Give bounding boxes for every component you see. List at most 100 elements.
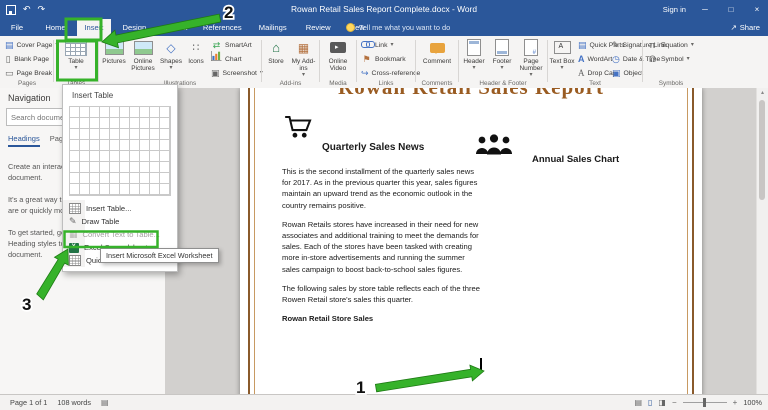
header-icon	[467, 39, 481, 56]
group-label-links: Links	[378, 80, 394, 87]
ribbon-insert: ▤ Cover Page ▾ ▯ Blank Page ▭ Page Break…	[0, 36, 768, 89]
screenshot-button[interactable]: ▣ Screenshot ▾	[208, 66, 263, 80]
pictures-button[interactable]: Pictures	[100, 36, 128, 65]
paragraph: This is the second installment of the qu…	[282, 167, 478, 210]
chevron-down-icon: ▾	[390, 42, 394, 48]
zoom-level[interactable]: 100%	[743, 398, 762, 407]
quick-parts-icon: ▤	[578, 40, 587, 50]
online-video-icon	[330, 42, 346, 53]
smartart-label: SmartArt	[225, 41, 252, 49]
read-mode-icon[interactable]: ▤	[634, 398, 642, 407]
document-title-banner: Rowan Retail Sales Report	[270, 88, 672, 99]
maximize-button[interactable]: □	[724, 5, 738, 14]
comment-button[interactable]: Comment	[417, 36, 457, 65]
print-layout-icon[interactable]: ▯	[648, 398, 652, 407]
menu-item-insert-table[interactable]: Insert Table...	[63, 202, 177, 215]
footer-button[interactable]: Footer ▾	[488, 36, 516, 71]
text-box-button[interactable]: Text Box ▾	[549, 36, 575, 71]
tell-me-box[interactable]: Tell me what you want to do	[346, 19, 450, 36]
window-title: Rowan Retail Sales Report Complete.docx …	[290, 4, 478, 14]
store-button[interactable]: ⌂ Store	[263, 36, 289, 65]
nav-tab-headings[interactable]: Headings	[8, 134, 40, 147]
chart-button[interactable]: Chart	[208, 51, 258, 66]
ribbon-group-links: Link ▾ ⚑ Bookmark ↪ Cross-reference Link…	[358, 36, 420, 88]
page-number-icon	[524, 39, 538, 56]
tab-design[interactable]: Design	[115, 19, 153, 36]
document-page[interactable]: Rowan Retail Sales Report Quarterly Sale…	[240, 88, 702, 395]
zoom-slider[interactable]	[682, 398, 727, 407]
equation-button[interactable]: π Equation ▾	[644, 38, 698, 52]
tab-mailings[interactable]: Mailings	[251, 19, 295, 36]
signature-line-button[interactable]: ✎ Signature Line	[609, 38, 666, 52]
tab-review[interactable]: Review	[299, 19, 337, 36]
bookmark-button[interactable]: ⚑ Bookmark	[358, 52, 414, 66]
heading-quarterly-sales-news: Quarterly Sales News	[322, 142, 425, 153]
date-time-button[interactable]: ◷ Date & Time	[609, 52, 660, 66]
vertical-scrollbar[interactable]: ▴	[756, 88, 768, 395]
page-number-label: Page Number	[519, 58, 543, 72]
lightbulb-icon	[346, 23, 355, 32]
quick-parts-button[interactable]: ▤ Quick Parts	[575, 38, 625, 52]
link-button[interactable]: Link ▾	[358, 38, 414, 52]
text-box-label: Text Box	[549, 58, 575, 65]
online-pictures-button[interactable]: Online Pictures	[128, 36, 158, 72]
tab-file[interactable]: File	[0, 19, 34, 36]
menu-item-draw-table[interactable]: ✎ Draw Table	[63, 215, 177, 228]
my-addins-button[interactable]: ▦ My Add-ins ▾	[289, 36, 318, 79]
zoom-out-button[interactable]: −	[672, 398, 677, 407]
blank-page-icon: ▯	[5, 54, 11, 64]
wordart-button[interactable]: A WordArt	[575, 52, 612, 66]
drop-cap-icon: A	[578, 68, 585, 78]
ribbon-group-header-footer: Header ▾ Footer ▾ Page Number ▾ Header &…	[460, 36, 546, 88]
sign-in-button[interactable]: Sign in	[663, 5, 686, 14]
signature-line-icon: ✎	[612, 40, 620, 50]
insert-table-icon	[69, 203, 81, 214]
object-label: Object	[623, 69, 644, 77]
menu-item-label: Insert Table...	[86, 204, 132, 213]
minimize-button[interactable]: ─	[698, 5, 712, 14]
equation-icon: π	[649, 40, 656, 50]
table-button[interactable]: Table ▾	[55, 36, 97, 71]
tab-home[interactable]: Home	[38, 19, 72, 36]
symbol-label: Symbol	[661, 55, 684, 63]
proofing-icon[interactable]: ▤	[101, 398, 109, 407]
ribbon-group-media: Online Video Media	[321, 36, 355, 88]
ribbon-group-text: Text Box ▾ ▤ Quick Parts A WordArt A Dro…	[549, 36, 667, 88]
cross-reference-button[interactable]: ↪ Cross-reference	[358, 66, 420, 80]
word-count[interactable]: 108 words	[57, 398, 91, 407]
menu-item-convert-text-to-table: ▦ Convert Text to Table...	[63, 228, 177, 241]
online-video-button[interactable]: Online Video	[321, 36, 355, 72]
header-button[interactable]: Header ▾	[460, 36, 488, 71]
drop-cap-button[interactable]: A Drop Cap	[575, 66, 617, 80]
tab-references[interactable]: References	[198, 19, 246, 36]
tab-layout[interactable]: Layout	[158, 19, 194, 36]
text-cursor	[480, 358, 482, 371]
people-group-icon	[474, 132, 514, 165]
page-break-button[interactable]: ▭ Page Break	[2, 66, 52, 80]
web-layout-icon[interactable]: ◨	[658, 398, 666, 407]
page-number-button[interactable]: Page Number ▾	[516, 36, 546, 78]
object-icon: ▣	[612, 68, 621, 78]
store-label: Store	[268, 58, 284, 65]
shapes-button[interactable]: ◇ Shapes ▾	[158, 36, 184, 72]
scroll-up-icon[interactable]: ▴	[757, 88, 768, 98]
object-button[interactable]: ▣ Object	[609, 66, 644, 80]
page-indicator[interactable]: Page 1 of 1	[10, 398, 47, 407]
cover-page-button[interactable]: ▤ Cover Page ▾	[2, 38, 58, 52]
date-time-icon: ◷	[612, 54, 620, 64]
shapes-label: Shapes	[159, 58, 183, 65]
blank-page-button[interactable]: ▯ Blank Page	[2, 52, 52, 66]
table-size-grid[interactable]	[69, 106, 171, 196]
quick-tables-icon	[69, 255, 81, 266]
symbol-button[interactable]: Ω Symbol ▾	[644, 52, 698, 66]
icons-button[interactable]: ∷ Icons	[184, 36, 208, 65]
tab-insert[interactable]: Insert	[76, 19, 111, 36]
scrollbar-thumb[interactable]	[759, 100, 765, 200]
pictures-label: Pictures	[102, 58, 126, 65]
zoom-in-button[interactable]: +	[733, 398, 738, 407]
share-button[interactable]: ↗ Share	[730, 19, 760, 36]
zoom-slider-thumb[interactable]	[702, 398, 706, 407]
bookmark-icon: ⚑	[362, 54, 371, 64]
close-button[interactable]: ×	[750, 5, 764, 14]
smartart-button[interactable]: ⇄ SmartArt	[208, 38, 258, 52]
